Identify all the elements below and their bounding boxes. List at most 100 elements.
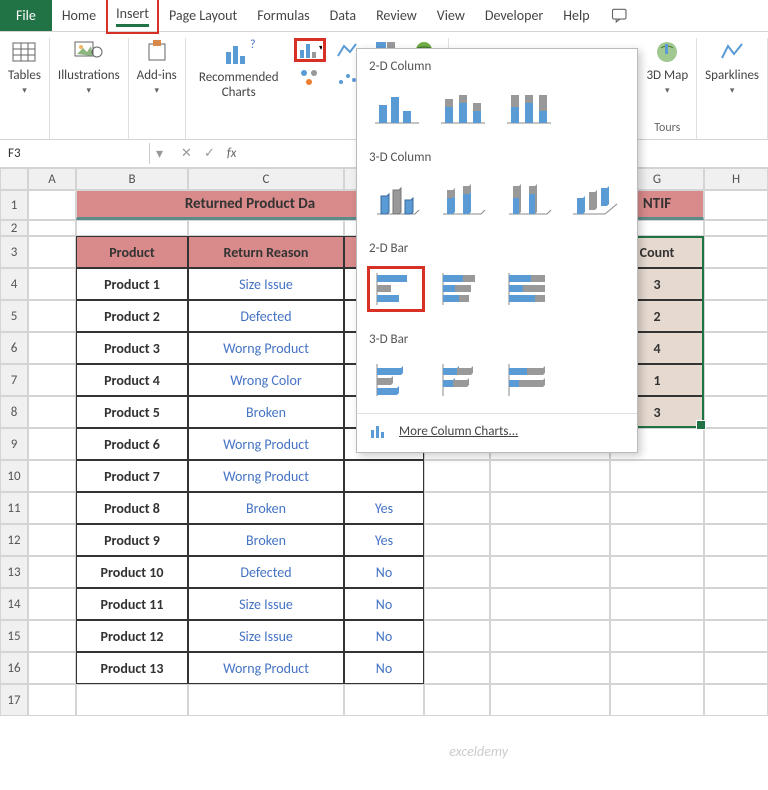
file-tab[interactable]: File bbox=[0, 0, 52, 31]
header-product[interactable]: Product bbox=[76, 236, 188, 268]
cell-reason[interactable]: Defected bbox=[188, 300, 344, 332]
tab-formulas[interactable]: Formulas bbox=[247, 0, 319, 31]
name-box[interactable]: F3 bbox=[0, 143, 150, 164]
chevron-down-icon: ▾ bbox=[730, 85, 735, 96]
row-header[interactable]: 8 bbox=[0, 396, 28, 428]
row-header[interactable]: 6 bbox=[0, 332, 28, 364]
cell-reason[interactable]: Size Issue bbox=[188, 620, 344, 652]
tab-insert[interactable]: Insert bbox=[106, 0, 159, 34]
cell-product[interactable]: Product 9 bbox=[76, 524, 188, 556]
row-header[interactable]: 1 bbox=[0, 190, 28, 220]
row-header[interactable]: 15 bbox=[0, 620, 28, 652]
cell-product[interactable]: Product 3 bbox=[76, 332, 188, 364]
row-header[interactable]: 14 bbox=[0, 588, 28, 620]
cell-reason[interactable]: Size Issue bbox=[188, 268, 344, 300]
3d-stacked-bar-thumb[interactable] bbox=[433, 357, 491, 403]
row-header[interactable]: 9 bbox=[0, 428, 28, 460]
tab-developer[interactable]: Developer bbox=[475, 0, 553, 31]
tab-view[interactable]: View bbox=[427, 0, 475, 31]
3d-clustered-bar-thumb[interactable] bbox=[367, 357, 425, 403]
3d-column-thumb[interactable] bbox=[565, 175, 623, 221]
chevron-down-icon: ▾ bbox=[22, 85, 27, 96]
cell-reason[interactable]: Worng Product bbox=[188, 652, 344, 684]
tab-help[interactable]: Help bbox=[553, 0, 599, 31]
3d-stacked-column-thumb[interactable] bbox=[433, 175, 491, 221]
row-header[interactable]: 16 bbox=[0, 652, 28, 684]
stacked-column-thumb[interactable] bbox=[433, 84, 491, 130]
cell-refund[interactable]: Yes bbox=[344, 524, 424, 556]
cell-refund[interactable]: No bbox=[344, 652, 424, 684]
addins-button[interactable]: Add-ins ▾ bbox=[137, 38, 177, 96]
100pct-stacked-bar-thumb[interactable] bbox=[499, 266, 557, 312]
cell-refund[interactable]: No bbox=[344, 620, 424, 652]
row-header[interactable]: 4 bbox=[0, 268, 28, 300]
row-header[interactable]: 13 bbox=[0, 556, 28, 588]
cell-reason[interactable]: Broken bbox=[188, 492, 344, 524]
tab-page-layout[interactable]: Page Layout bbox=[159, 0, 247, 31]
tab-home[interactable]: Home bbox=[52, 0, 106, 31]
clustered-column-thumb[interactable] bbox=[367, 84, 425, 130]
clustered-bar-thumb[interactable] bbox=[367, 266, 425, 312]
cell-product[interactable]: Product 4 bbox=[76, 364, 188, 396]
row-header[interactable]: 7 bbox=[0, 364, 28, 396]
cell-reason[interactable]: Worng Product bbox=[188, 332, 344, 364]
section-3d-bar: 3-D Bar bbox=[357, 322, 637, 353]
cell-reason[interactable]: Wrong Color bbox=[188, 364, 344, 396]
stacked-bar-thumb[interactable] bbox=[433, 266, 491, 312]
select-all-corner[interactable] bbox=[0, 168, 28, 190]
3d-100pct-stacked-thumb[interactable] bbox=[499, 175, 557, 221]
cell-product[interactable]: Product 12 bbox=[76, 620, 188, 652]
column-header-B[interactable]: B bbox=[76, 168, 188, 190]
enter-icon[interactable]: ✓ bbox=[204, 146, 215, 161]
recommended-charts-button[interactable]: ? Recommended Charts bbox=[194, 38, 284, 100]
3d-map-button[interactable]: 3D Map ▾ bbox=[646, 38, 688, 96]
cell-reason[interactable]: Worng Product bbox=[188, 460, 344, 492]
cell-product[interactable]: Product 7 bbox=[76, 460, 188, 492]
column-header-A[interactable]: A bbox=[28, 168, 76, 190]
row-header[interactable]: 2 bbox=[0, 220, 28, 236]
row-header[interactable]: 5 bbox=[0, 300, 28, 332]
3d-100pct-stacked-bar-thumb[interactable] bbox=[499, 357, 557, 403]
cell-reason[interactable]: Broken bbox=[188, 396, 344, 428]
cell-reason[interactable]: Broken bbox=[188, 524, 344, 556]
tab-data[interactable]: Data bbox=[320, 0, 366, 31]
3d-clustered-column-thumb[interactable] bbox=[367, 175, 425, 221]
row-header[interactable]: 11 bbox=[0, 492, 28, 524]
column-header-H[interactable]: H bbox=[704, 168, 768, 190]
column-header-C[interactable]: C bbox=[188, 168, 344, 190]
cell-reason[interactable]: Worng Product bbox=[188, 428, 344, 460]
cell-reason[interactable]: Size Issue bbox=[188, 588, 344, 620]
insert-column-chart-button[interactable]: ▾ bbox=[294, 38, 326, 62]
cell-refund[interactable]: Yes bbox=[344, 492, 424, 524]
cell-product[interactable]: Product 6 bbox=[76, 428, 188, 460]
insert-hierarchy-button[interactable] bbox=[294, 66, 326, 90]
cell-product[interactable]: Product 11 bbox=[76, 588, 188, 620]
comments-icon[interactable] bbox=[610, 7, 630, 25]
cell-refund[interactable]: No bbox=[344, 556, 424, 588]
cancel-icon[interactable]: ✕ bbox=[181, 146, 192, 161]
more-column-charts[interactable]: More Column Charts... bbox=[357, 413, 637, 448]
illustrations-button[interactable]: Illustrations ▾ bbox=[58, 38, 120, 96]
cell-refund[interactable]: No bbox=[344, 588, 424, 620]
tables-button[interactable]: Tables ▾ bbox=[8, 38, 41, 96]
chevron-down-icon: ▾ bbox=[154, 85, 159, 96]
cell-product[interactable]: Product 2 bbox=[76, 300, 188, 332]
section-2d-bar: 2-D Bar bbox=[357, 231, 637, 262]
row-header[interactable]: 10 bbox=[0, 460, 28, 492]
sparklines-button[interactable]: Sparklines ▾ bbox=[705, 38, 759, 96]
row-header[interactable]: 17 bbox=[0, 684, 28, 716]
cell-product[interactable]: Product 1 bbox=[76, 268, 188, 300]
cell-product[interactable]: Product 13 bbox=[76, 652, 188, 684]
row-header[interactable]: 12 bbox=[0, 524, 28, 556]
cell-product[interactable]: Product 8 bbox=[76, 492, 188, 524]
namebox-dropdown-icon[interactable]: ▾ bbox=[150, 145, 169, 162]
row-header[interactable]: 3 bbox=[0, 236, 28, 268]
cell-reason[interactable]: Defected bbox=[188, 556, 344, 588]
cell-product[interactable]: Product 5 bbox=[76, 396, 188, 428]
fx-icon[interactable]: fx bbox=[227, 146, 237, 161]
header-reason[interactable]: Return Reason bbox=[188, 236, 344, 268]
svg-text:?: ? bbox=[250, 38, 256, 52]
tab-review[interactable]: Review bbox=[366, 0, 427, 31]
cell-product[interactable]: Product 10 bbox=[76, 556, 188, 588]
100pct-stacked-column-thumb[interactable] bbox=[499, 84, 557, 130]
